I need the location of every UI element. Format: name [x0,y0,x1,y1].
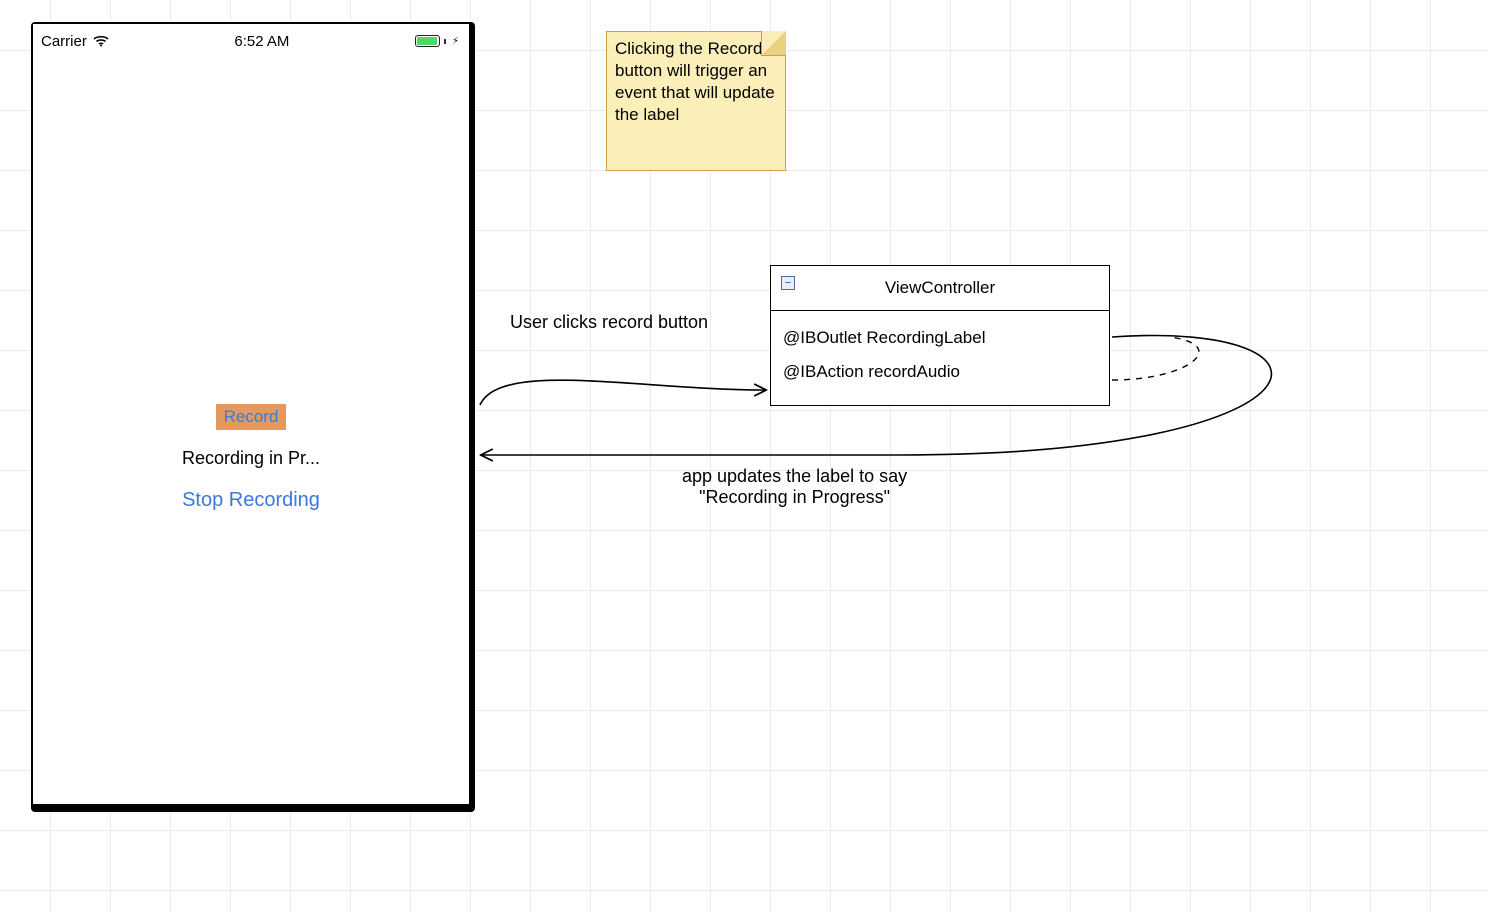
class-action: @IBAction recordAudio [783,355,1097,389]
phone-content: Record Recording in Pr... Stop Recording [33,404,469,512]
iphone-simulator-frame: Carrier 6:52 AM ⚡︎ [31,22,475,812]
class-box-viewcontroller[interactable]: − ViewController @IBOutlet RecordingLabe… [770,265,1110,406]
sticky-note-text: Clicking the Record button will trigger … [615,39,775,124]
status-right: ⚡︎ [415,35,461,47]
class-outlet: @IBOutlet RecordingLabel [783,321,1097,355]
class-header: − ViewController [771,266,1109,311]
recording-label: Recording in Pr... [33,448,469,469]
sticky-note[interactable]: Clicking the Record button will trigger … [606,31,786,171]
status-time: 6:52 AM [109,33,415,50]
battery-tip-icon [444,39,446,44]
stop-recording-button[interactable]: Stop Recording [182,489,320,512]
record-button[interactable]: Record [216,404,287,430]
collapse-icon[interactable]: − [781,276,795,290]
wifi-icon [93,35,109,47]
status-left: Carrier [41,33,109,50]
status-bar: Carrier 6:52 AM ⚡︎ [33,24,469,54]
iphone-screen: Carrier 6:52 AM ⚡︎ [33,24,469,804]
label-user-clicks: User clicks record button [510,312,708,333]
battery-icon [415,35,440,47]
charging-icon: ⚡︎ [452,36,459,47]
class-title: ViewController [885,278,995,297]
label-app-updates: app updates the label to say "Recording … [682,466,907,508]
class-body: @IBOutlet RecordingLabel @IBAction recor… [771,311,1109,405]
carrier-label: Carrier [41,33,87,50]
